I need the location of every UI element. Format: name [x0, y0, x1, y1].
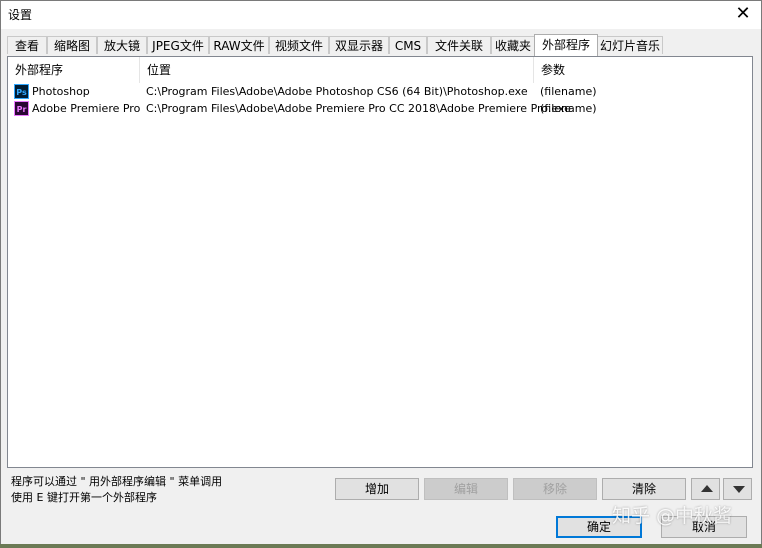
- settings-dialog: 设置 ✕ 查看 缩略图 放大镜 JPEG文件 RAW文件 视频文件 双显示器 C…: [0, 0, 762, 548]
- close-icon: ✕: [735, 3, 751, 24]
- clear-button[interactable]: 清除: [602, 478, 686, 500]
- tab-strip: 查看 缩略图 放大镜 JPEG文件 RAW文件 视频文件 双显示器 CMS 文件…: [7, 34, 757, 56]
- tab-favorites[interactable]: 收藏夹: [491, 36, 535, 54]
- program-args: (filename): [540, 102, 597, 115]
- title-bar: 设置 ✕: [1, 1, 761, 29]
- tab-dual-monitor[interactable]: 双显示器: [329, 36, 389, 54]
- move-down-button[interactable]: [723, 478, 752, 500]
- window-title: 设置: [8, 8, 33, 22]
- program-args: (filename): [540, 85, 597, 98]
- program-name: Photoshop: [32, 85, 90, 98]
- list-row-photoshop[interactable]: Ps Photoshop C:\Program Files\Adobe\Adob…: [8, 83, 752, 100]
- photoshop-icon: Ps: [14, 84, 29, 99]
- desktop-background-strip: [0, 544, 762, 548]
- column-header-program[interactable]: 外部程序: [8, 57, 140, 83]
- premiere-pro-icon: Pr: [14, 101, 29, 116]
- external-programs-list[interactable]: 外部程序 位置 参数 Ps Photoshop C:\Program Files…: [7, 56, 753, 468]
- tab-raw-files[interactable]: RAW文件: [209, 36, 269, 54]
- move-up-button[interactable]: [691, 478, 720, 500]
- column-header-location[interactable]: 位置: [140, 57, 534, 83]
- tab-file-associations[interactable]: 文件关联: [427, 36, 491, 54]
- tab-slideshow-music[interactable]: 幻灯片音乐: [597, 36, 663, 54]
- close-button[interactable]: ✕: [725, 1, 761, 29]
- arrow-down-icon: [733, 486, 745, 493]
- program-path: C:\Program Files\Adobe\Adobe Photoshop C…: [146, 85, 528, 98]
- tab-magnifier[interactable]: 放大镜: [97, 36, 147, 54]
- hint-line-menu: 程序可以通过 " 用外部程序编辑 " 菜单调用: [11, 475, 223, 488]
- program-path: C:\Program Files\Adobe\Adobe Premiere Pr…: [146, 102, 571, 115]
- list-header: 外部程序 位置 参数: [8, 57, 752, 83]
- column-header-parameters[interactable]: 参数: [534, 57, 752, 83]
- edit-button[interactable]: 编辑: [424, 478, 508, 500]
- tab-view[interactable]: 查看: [7, 36, 47, 54]
- tab-jpeg-files[interactable]: JPEG文件: [147, 36, 209, 54]
- tab-thumbnails[interactable]: 缩略图: [47, 36, 97, 54]
- arrow-up-icon: [701, 485, 713, 492]
- hint-line-shortcut: 使用 E 键打开第一个外部程序: [11, 491, 157, 504]
- tab-external-programs[interactable]: 外部程序: [534, 34, 598, 56]
- tab-video-files[interactable]: 视频文件: [269, 36, 329, 54]
- add-button[interactable]: 增加: [335, 478, 419, 500]
- zhihu-watermark: 知乎 @中秋酱: [612, 505, 733, 527]
- program-name: Adobe Premiere Pro: [32, 102, 141, 115]
- list-row-premiere-pro[interactable]: Pr Adobe Premiere Pro C:\Program Files\A…: [8, 100, 752, 117]
- tab-cms[interactable]: CMS: [389, 36, 427, 54]
- remove-button[interactable]: 移除: [513, 478, 597, 500]
